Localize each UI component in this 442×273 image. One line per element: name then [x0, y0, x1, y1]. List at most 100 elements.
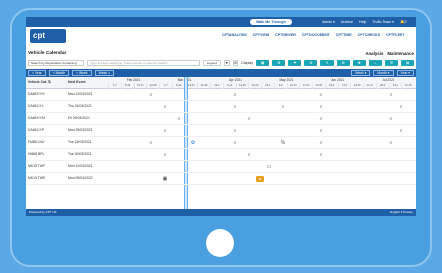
display-btn-3[interactable]: ⚑	[288, 60, 302, 66]
vehicle-registration[interactable]: DA68 KYM	[28, 116, 45, 120]
notification-bell[interactable]: 🔔0	[400, 20, 406, 24]
vehicle-rows: DA68 KYH Mon 22/03/2021 DA68 KYL Thu 01/04/…	[26, 89, 416, 209]
calendar-event-icon[interactable]: ⌕	[280, 104, 286, 110]
vehicle-registration[interactable]: FM68 LNU	[28, 140, 44, 144]
footer-powered[interactable]: Powered by CPT UK	[29, 210, 57, 214]
display-btn-5[interactable]: ✎	[320, 60, 334, 66]
display-btn-4[interactable]: ⚙	[304, 60, 318, 66]
display-btn-8[interactable]: ⌕	[368, 60, 382, 66]
vehicle-registration[interactable]: DA68 KYP	[28, 128, 44, 132]
menu-archive[interactable]: Archive	[341, 20, 353, 24]
display-btn-7[interactable]: ✚	[352, 60, 366, 66]
display-btn-6[interactable]: ⚒	[336, 60, 350, 66]
calendar-event-icon[interactable]: ⌕	[318, 116, 324, 122]
calendar-event-icon[interactable]: ⌕	[246, 116, 252, 122]
calendar-event-icon[interactable]: ⌕	[398, 128, 404, 134]
display-btn-1[interactable]: ▦	[256, 60, 270, 66]
menu-help[interactable]: Help	[359, 20, 366, 24]
calendar-event-icon[interactable]: ⌕	[162, 104, 168, 110]
calendar-event-icon[interactable]: ⌕	[232, 104, 238, 110]
calendar-event-icon[interactable]: ⌕	[318, 128, 324, 134]
vehicle-column-header[interactable]: Vehicle Cat. ⇅	[28, 80, 64, 84]
next-week-button[interactable]: Week >	[94, 70, 115, 76]
calendar-event-icon[interactable]: ⌕	[232, 140, 238, 146]
calendar-event-icon[interactable]: ⌕	[246, 152, 252, 158]
calendar-event-icon[interactable]: ■	[256, 176, 264, 182]
week-select[interactable]: Week ▾	[351, 70, 371, 76]
vehicle-registration[interactable]: DA68 KYH	[28, 92, 44, 96]
filter-row: Search by Registration Containing Type t…	[28, 59, 415, 67]
calendar-event-icon[interactable]: ⌕	[388, 140, 394, 146]
mode-analysis[interactable]: Analysis	[365, 51, 383, 56]
settings-icon[interactable]: ⚙	[232, 60, 239, 66]
prev-month-button[interactable]: < Month	[48, 70, 70, 76]
calendar-event-icon[interactable]: ⚙	[190, 140, 196, 146]
calendar-event-icon[interactable]: ⌕	[388, 92, 394, 98]
walk-me-button[interactable]: Walk Me Through	[250, 19, 292, 25]
calendar-event-icon[interactable]: ⌕	[318, 92, 324, 98]
table-row[interactable]: DA68 KYH Mon 22/03/2021	[26, 89, 416, 101]
tab-driver[interactable]: CPTDRIVER	[275, 33, 296, 37]
filter-icon[interactable]: ▼	[223, 60, 230, 66]
calendar-event-icon[interactable]: ⌕	[162, 128, 168, 134]
home-button[interactable]	[206, 229, 234, 257]
tab-view[interactable]: CPTVIEW	[253, 33, 269, 37]
calendar-event-icon[interactable]: ⌕	[148, 92, 154, 98]
title-bar: Vehicle Calendar Analysis Maintenance	[28, 49, 414, 57]
next-event-date: Tue 23/03/2021	[68, 140, 92, 144]
table-row[interactable]: MK19 TWE Mon 05/04/2022	[26, 173, 416, 185]
prev-week-button[interactable]: < Week	[72, 70, 92, 76]
calendar-event-icon[interactable]: ▭	[266, 164, 272, 170]
next-event-date: Mon 29/03/2021	[68, 128, 93, 132]
next-event-date: Fri 09/04/2021	[68, 116, 90, 120]
vehicle-registration[interactable]: MK19 TWE	[28, 176, 45, 180]
tab-checks[interactable]: CPTCHECKS	[358, 33, 380, 37]
table-row[interactable]: DA68 KYL Thu 01/04/2021	[26, 101, 416, 113]
tab-document[interactable]: CPTDOCUMENT	[302, 33, 330, 37]
table-row[interactable]: HM68 BPL Tue 30/03/2021	[26, 149, 416, 161]
calendar-event-icon[interactable]: ⌕	[148, 140, 154, 146]
tab-fleet[interactable]: CPTFLEET	[386, 33, 405, 37]
tab-analysis[interactable]: CPTANALYSIS	[222, 33, 247, 37]
calendar-nav-bar: < Year < Month < Week Week > Week ▾ Mont…	[26, 69, 416, 77]
table-row[interactable]: FM68 LNU Tue 23/03/2021	[26, 137, 416, 149]
menu-admin[interactable]: Admin ▾	[322, 20, 335, 24]
calendar-event-icon[interactable]: ⌕	[318, 104, 324, 110]
calendar-event-icon[interactable]: ⌕	[232, 128, 238, 134]
calendar-event-icon[interactable]: %	[280, 140, 286, 146]
month-select[interactable]: Month ▾	[373, 70, 394, 76]
next-event-date: Tue 30/03/2021	[68, 152, 92, 156]
display-btn-10[interactable]: ▤	[400, 60, 415, 66]
calendar-event-icon[interactable]: ⌕	[162, 152, 168, 158]
table-row[interactable]: MK19 TWF Mon 12/04/2021	[26, 161, 416, 173]
vehicle-registration[interactable]: MK19 TWF	[28, 164, 45, 168]
year-select[interactable]: Year ▾	[396, 70, 414, 76]
legend-button[interactable]: Legend	[202, 60, 221, 66]
next-event-date: Mon 12/04/2021	[68, 164, 93, 168]
tab-time[interactable]: CPTTIME	[336, 33, 352, 37]
mode-maintenance[interactable]: Maintenance	[387, 51, 414, 56]
display-btn-2[interactable]: ♻	[272, 60, 286, 66]
next-event-date: Mon 22/03/2021	[68, 92, 93, 96]
calendar-event-icon[interactable]: ▣	[162, 176, 168, 182]
menu-team[interactable]: Truflo Team ▾	[372, 20, 394, 24]
calendar-event-icon[interactable]: ⌕	[318, 140, 324, 146]
search-type-select[interactable]: Search by Registration Containing	[28, 60, 85, 66]
search-input[interactable]: Type to begin searching. Press escape to…	[87, 60, 200, 66]
calendar-event-icon[interactable]: ⌕	[398, 104, 404, 110]
calendar-event-icon[interactable]: ⌕	[388, 116, 394, 122]
calendar-event-icon[interactable]: ⌕	[176, 116, 182, 122]
calendar-event-icon[interactable]: ⌕	[318, 152, 324, 158]
calendar-event-icon[interactable]: ⌕	[232, 92, 238, 98]
vehicle-registration[interactable]: HM68 BPL	[28, 152, 44, 156]
top-bar: Walk Me Through Admin ▾ Archive Help Tru…	[26, 17, 416, 27]
table-row[interactable]: DA68 KYP Mon 29/03/2021	[26, 125, 416, 137]
footer-right[interactable]: English ▾ Privacy	[390, 209, 413, 216]
display-btn-9[interactable]: ☰	[384, 60, 398, 66]
mode-switch: Analysis Maintenance	[365, 51, 414, 56]
next-event-date: Thu 01/04/2021	[68, 104, 92, 108]
vehicle-registration[interactable]: DA68 KYL	[28, 104, 44, 108]
prev-year-button[interactable]: < Year	[28, 70, 46, 76]
table-row[interactable]: DA68 KYM Fri 09/04/2021	[26, 113, 416, 125]
next-event-date: Mon 05/04/2022	[68, 176, 93, 180]
